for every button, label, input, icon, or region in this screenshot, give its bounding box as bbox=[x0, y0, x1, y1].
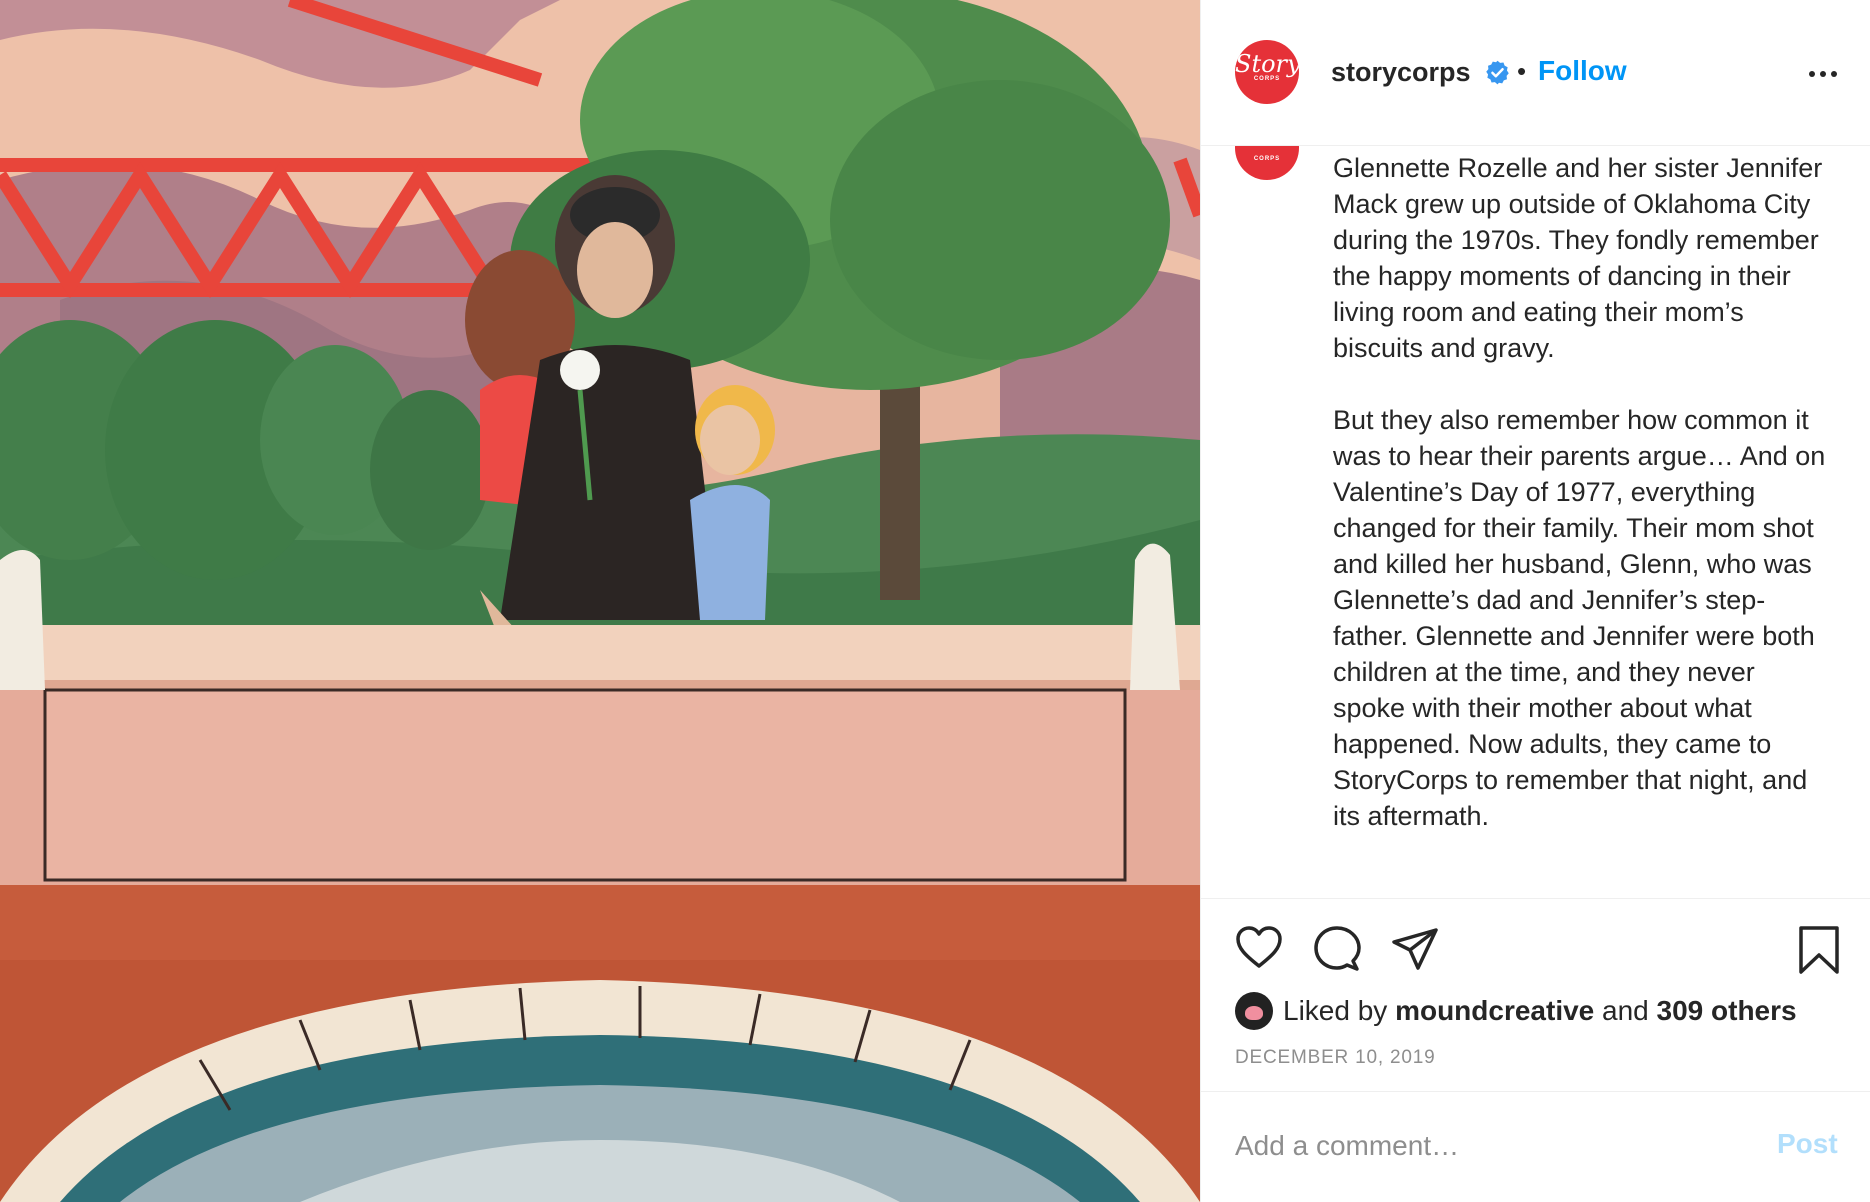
profile-avatar[interactable]: Story CORPS bbox=[1235, 40, 1299, 104]
heart-icon[interactable] bbox=[1235, 925, 1283, 969]
verified-badge-icon bbox=[1486, 60, 1509, 85]
post-caption: Glennette Rozelle and her sister Jennife… bbox=[1333, 153, 1826, 831]
post-header: Story CORPS storycorps • Follow bbox=[1201, 0, 1870, 146]
post-comment-button[interactable]: Post bbox=[1777, 1128, 1838, 1160]
avatar-logo-text: Story bbox=[1235, 50, 1299, 78]
caption-avatar-text: CORPS bbox=[1253, 156, 1281, 162]
comment-bubble-icon[interactable] bbox=[1313, 925, 1361, 973]
more-options-icon[interactable] bbox=[1803, 60, 1843, 88]
paper-plane-icon[interactable] bbox=[1391, 927, 1439, 971]
follow-button[interactable]: Follow bbox=[1538, 55, 1627, 87]
post-actions: Liked by moundcreative and 309 others DE… bbox=[1201, 898, 1870, 1202]
caption-avatar[interactable]: CORPS bbox=[1235, 146, 1299, 180]
likes-summary: Liked by moundcreative and 309 others bbox=[1235, 991, 1797, 1031]
post-date[interactable]: DECEMBER 10, 2019 bbox=[1235, 1047, 1436, 1069]
username-link[interactable]: storycorps bbox=[1331, 56, 1471, 88]
separator-dot: • bbox=[1517, 56, 1527, 86]
likes-joiner: and bbox=[1602, 995, 1649, 1026]
liker-username-link[interactable]: moundcreative bbox=[1395, 995, 1594, 1027]
post-image[interactable] bbox=[0, 0, 1200, 1202]
likes-count-link[interactable]: 309 others bbox=[1657, 995, 1797, 1027]
comment-input[interactable] bbox=[1235, 1122, 1735, 1170]
comment-bar: Post bbox=[1201, 1091, 1870, 1202]
caption-scroll-area[interactable]: CORPS Glennette Rozelle and her sister J… bbox=[1201, 146, 1870, 898]
avatar-logo-subtext: CORPS bbox=[1253, 76, 1281, 82]
bookmark-icon[interactable] bbox=[1797, 925, 1841, 975]
post-sidebar: Story CORPS storycorps • Follow CORPS Gl… bbox=[1200, 0, 1870, 1202]
liker-avatar[interactable] bbox=[1235, 992, 1273, 1030]
likes-prefix: Liked by bbox=[1283, 995, 1388, 1026]
